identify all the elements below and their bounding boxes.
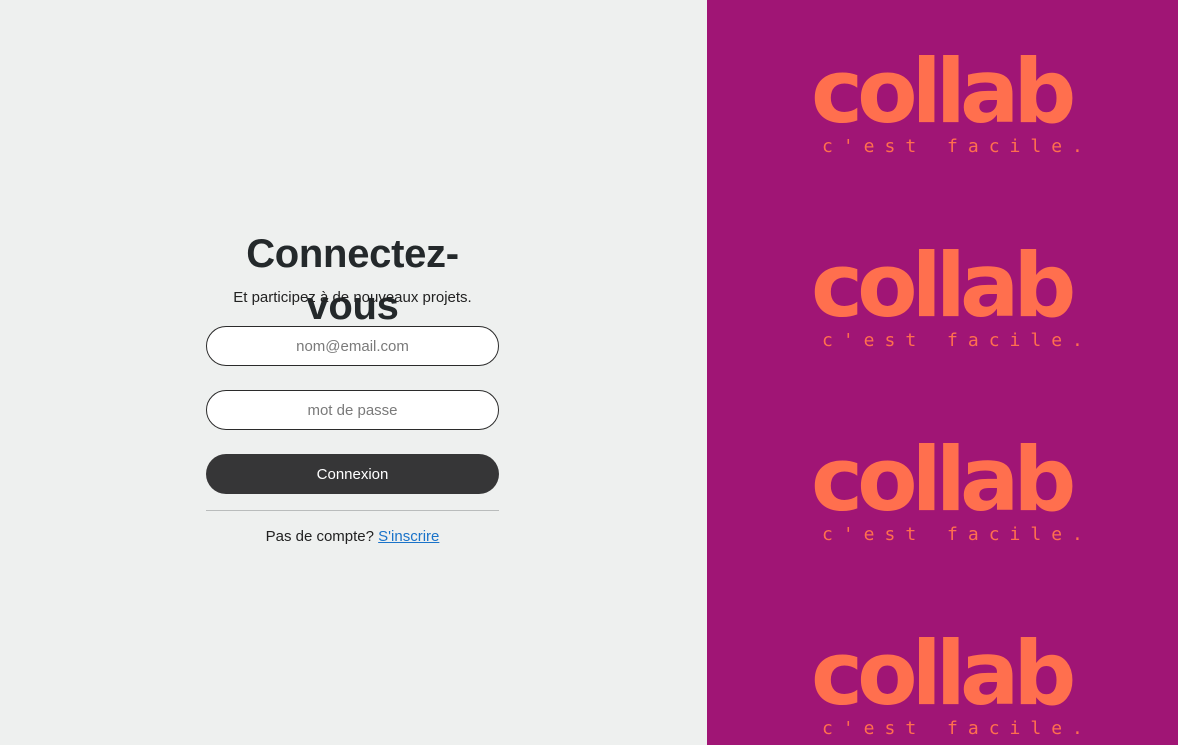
signup-row: Pas de compte? S'inscrire [206, 528, 499, 545]
signup-prompt: Pas de compte? [265, 528, 374, 545]
email-field[interactable] [206, 326, 499, 366]
logo-tagline: c'est facile. [822, 524, 1093, 545]
collab-logo: collab c'est facile. [707, 418, 1178, 558]
divider [206, 510, 499, 511]
logo-word: collab [811, 622, 1073, 725]
signup-link[interactable]: S'inscrire [378, 528, 439, 545]
password-field[interactable] [206, 390, 499, 430]
logo-tagline: c'est facile. [822, 136, 1093, 157]
brand-panel: collab c'est facile. collab c'est facile… [707, 0, 1178, 745]
collab-logo: collab c'est facile. [707, 612, 1178, 745]
logo-word: collab [811, 428, 1073, 531]
logo-word: collab [811, 234, 1073, 337]
page-subtitle: Et participez à de nouveaux projets. [233, 289, 472, 306]
logo-word: collab [811, 40, 1073, 143]
logo-tagline: c'est facile. [822, 330, 1093, 351]
logo-tagline: c'est facile. [822, 718, 1093, 739]
collab-logo: collab c'est facile. [707, 30, 1178, 170]
page-title: Connectez-vous [246, 232, 459, 328]
login-page: Connectez-vous Et participez à de nouvea… [0, 0, 1178, 745]
login-form: Connectez-vous Et participez à de nouvea… [206, 228, 499, 545]
login-button[interactable]: Connexion [206, 454, 499, 494]
login-panel: Connectez-vous Et participez à de nouvea… [0, 0, 707, 745]
collab-logo: collab c'est facile. [707, 224, 1178, 364]
